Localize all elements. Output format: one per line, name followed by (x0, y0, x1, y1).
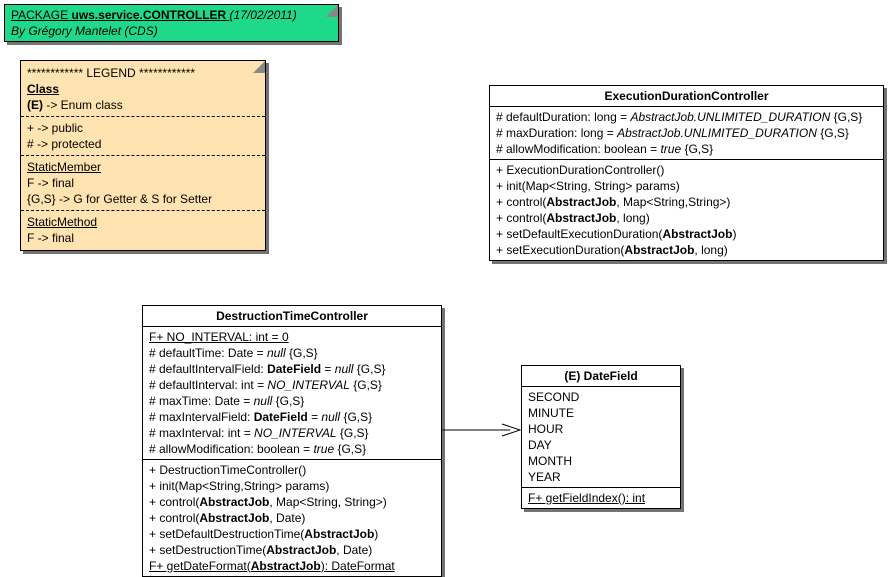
method: + init(Map<String,String> params) (149, 478, 435, 494)
attr: # maxInterval: int = (149, 426, 254, 440)
attr-suffix: {G,S} (340, 410, 372, 424)
attr: = (321, 362, 335, 376)
param-type: AbstractJob (199, 495, 269, 509)
legend-heading: ************ LEGEND ************ (27, 65, 259, 81)
attr-default: AbstractJob.UNLIMITED_DURATION (617, 126, 817, 140)
attr-type: DateField (254, 410, 308, 424)
method: F+ getDateFormat( (149, 559, 251, 573)
attr: # defaultInterval: int = (149, 378, 267, 392)
class-destruction-time-controller: DestructionTimeController F+ NO_INTERVAL… (142, 305, 442, 577)
class-title: DestructionTimeController (143, 306, 441, 326)
package-author: By Grégory Mantelet (CDS) (11, 23, 332, 39)
param-type: AbstractJob (546, 211, 616, 225)
legend-static-member: StaticMember (27, 159, 259, 175)
attr-default: NO_INTERVAL (254, 426, 336, 440)
attr-suffix: {G,S} (830, 110, 862, 124)
package-prefix: PACKAGE (11, 8, 68, 22)
param-type: AbstractJob (546, 195, 616, 209)
method: F+ getFieldIndex(): int (528, 490, 674, 506)
method-tail: , Map<String, String>) (269, 495, 386, 509)
attr-suffix: {G,S} (817, 126, 849, 140)
attr-default: NO_INTERVAL (267, 378, 349, 392)
method: + control( (149, 495, 199, 509)
method: + ExecutionDurationController() (496, 162, 877, 178)
method: + DestructionTimeController() (149, 462, 435, 478)
legend-public: + -> public (27, 120, 259, 136)
legend-class: Class (27, 81, 259, 97)
param-type: AbstractJob (251, 559, 321, 573)
note-corner (326, 5, 338, 17)
method-tail: ) (732, 227, 736, 241)
attr-default: true (660, 142, 681, 156)
legend-static-method: StaticMethod (27, 214, 259, 230)
legend-final2: F -> final (27, 230, 259, 246)
method-tail: , long) (616, 211, 649, 225)
method: + control( (149, 511, 199, 525)
enum-value: MINUTE (528, 405, 674, 421)
method: + setDefaultDestructionTime( (149, 527, 304, 541)
attr-suffix: {G,S} (337, 426, 369, 440)
attr-default: null (267, 346, 286, 360)
method: + setExecutionDuration( (496, 243, 624, 257)
package-name: uws.service.CONTROLLER (71, 8, 226, 22)
package-date: (17/02/2011) (230, 8, 297, 22)
attr-suffix: {G,S} (350, 378, 382, 392)
attr-suffix: {G,S} (272, 394, 304, 408)
class-execution-duration-controller: ExecutionDurationController # defaultDur… (489, 85, 884, 261)
enum-value: DAY (528, 437, 674, 453)
method-tail: , long) (694, 243, 727, 257)
attr: # allowModification: boolean = (149, 442, 313, 456)
class-title: ExecutionDurationController (490, 86, 883, 106)
package-title-note: PACKAGE uws.service.CONTROLLER (17/02/20… (4, 4, 339, 42)
attr: # defaultTime: Date = (149, 346, 267, 360)
enum-value: SECOND (528, 389, 674, 405)
attr-suffix: {G,S} (681, 142, 713, 156)
attr: # allowModification: boolean = (496, 142, 660, 156)
attr: # defaultIntervalField: (149, 362, 267, 376)
method: + init(Map<String, String> params) (496, 178, 877, 194)
attr-type: DateField (267, 362, 321, 376)
method: + setDefaultExecutionDuration( (496, 227, 662, 241)
attr: # defaultDuration: long = (496, 110, 630, 124)
note-corner (253, 61, 265, 73)
method-tail: , Map<String,String>) (616, 195, 730, 209)
attr-suffix: {G,S} (334, 442, 366, 456)
legend-gs: {G,S} -> G for Getter & S for Setter (27, 191, 259, 207)
legend-note: ************ LEGEND ************ Class (… (20, 60, 266, 251)
attr: = (308, 410, 322, 424)
method: + control( (496, 195, 546, 209)
method: + control( (496, 211, 546, 225)
enum-datefield: (E) DateField SECOND MINUTE HOUR DAY MON… (521, 365, 681, 509)
param-type: AbstractJob (662, 227, 732, 241)
attr-default: null (335, 362, 354, 376)
param-type: AbstractJob (199, 511, 269, 525)
param-type: AbstractJob (624, 243, 694, 257)
attr: # maxDuration: long = (496, 126, 617, 140)
enum-value: HOUR (528, 421, 674, 437)
attr-suffix: {G,S} (353, 362, 385, 376)
association-arrow (442, 423, 522, 437)
method-tail: ): DateFormat (321, 559, 395, 573)
attr-default: true (313, 442, 334, 456)
attr: # maxTime: Date = (149, 394, 254, 408)
package-label: PACKAGE uws.service.CONTROLLER (11, 8, 230, 22)
method-tail: ) (374, 527, 378, 541)
legend-final: F -> final (27, 175, 259, 191)
enum-title: (E) DateField (522, 366, 680, 386)
param-type: AbstractJob (304, 527, 374, 541)
attr-default: null (321, 410, 340, 424)
legend-protected: # -> protected (27, 136, 259, 152)
attr-suffix: {G,S} (286, 346, 318, 360)
method-tail: , Date) (269, 511, 305, 525)
attr: # maxIntervalField: (149, 410, 254, 424)
attr-default: AbstractJob.UNLIMITED_DURATION (630, 110, 830, 124)
legend-enum: -> Enum class (46, 98, 122, 112)
const: F+ NO_INTERVAL: int = 0 (149, 329, 435, 345)
attr-default: null (254, 394, 273, 408)
enum-value: MONTH (528, 453, 674, 469)
enum-value: YEAR (528, 469, 674, 485)
